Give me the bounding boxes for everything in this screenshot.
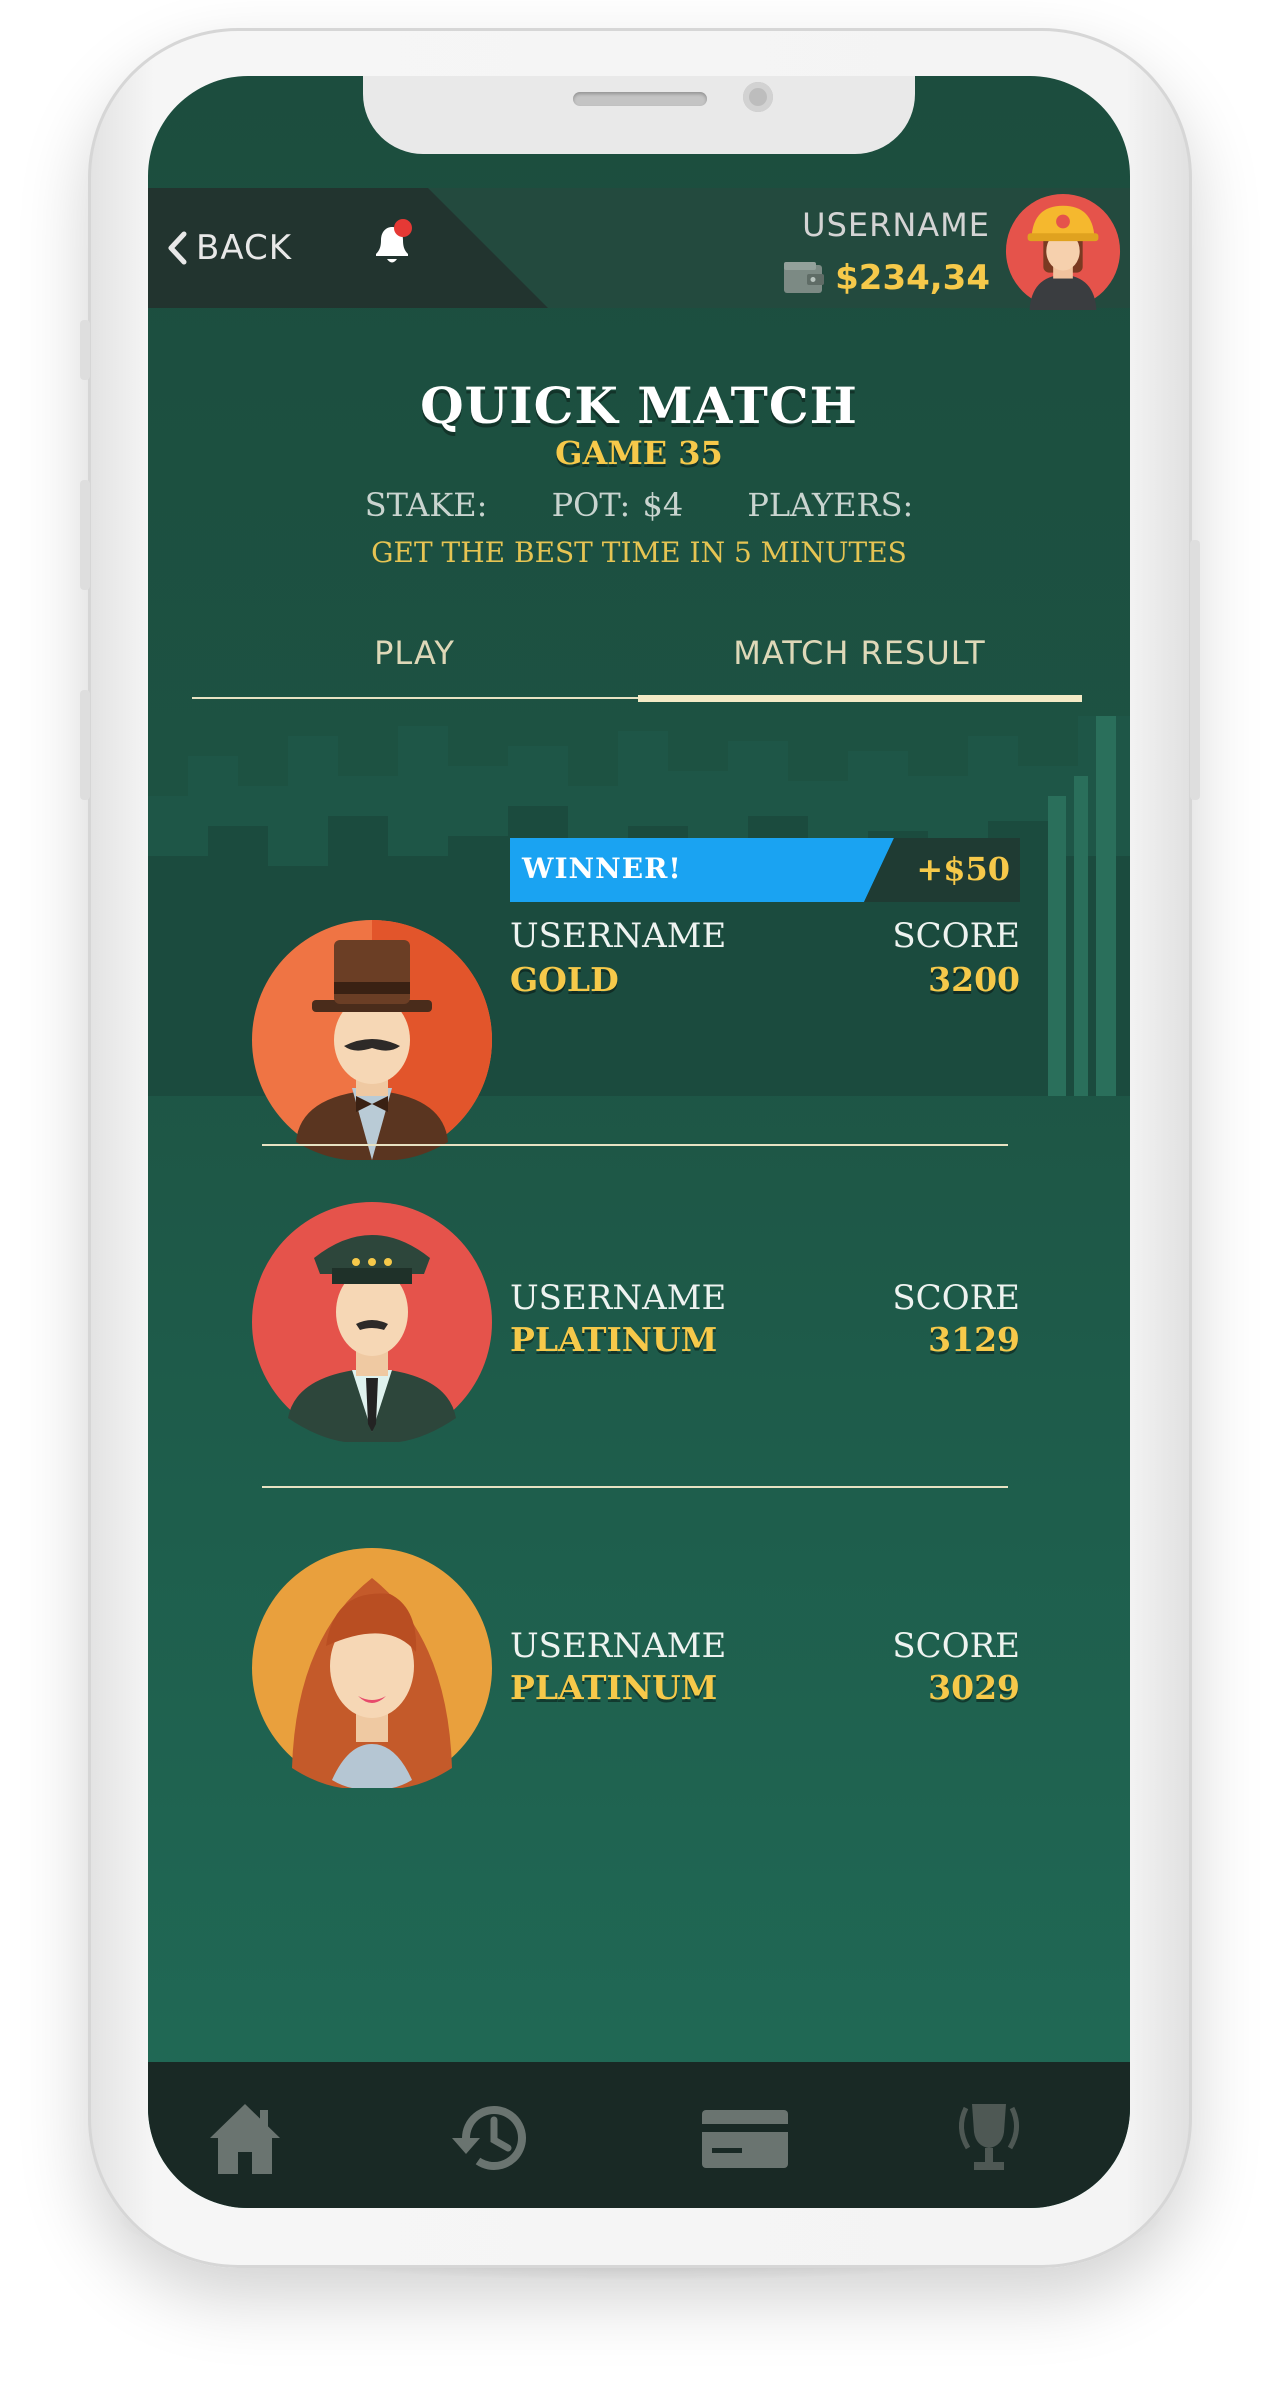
player-username: USERNAME [510, 1278, 727, 1318]
player-score: 3200 [928, 960, 1020, 999]
player-username: USERNAME [510, 1626, 727, 1666]
player-avatar [252, 1202, 492, 1442]
player-rank: PLATINUM [510, 1320, 718, 1359]
back-button[interactable]: BACK [166, 226, 292, 270]
score-label: SCORE [892, 1278, 1020, 1318]
top-bar: BACK USERNAME $234,34 [148, 188, 1130, 310]
tab-match-result[interactable]: MATCH RESULT [637, 626, 1082, 692]
balance-amount: $234,34 [835, 258, 990, 298]
page-title: QUICK MATCH [420, 376, 858, 435]
bottom-nav [148, 2062, 1130, 2208]
back-label: BACK [196, 228, 293, 268]
stake-label: STAKE: [364, 486, 488, 524]
wallet-balance[interactable]: $234,34 [783, 258, 990, 298]
players-label: PLAYERS: [747, 486, 914, 524]
front-camera [743, 82, 773, 112]
match-stats: STAKE: POT: $4 PLAYERS: [148, 486, 1130, 524]
volume-down-button [80, 690, 90, 800]
speaker-grille [573, 92, 707, 106]
player-score: 3129 [928, 1320, 1020, 1359]
player-score: 3029 [928, 1668, 1020, 1707]
winner-label: WINNER! [522, 852, 682, 885]
player-avatar [252, 920, 492, 1160]
phone-notch [363, 76, 915, 154]
score-label: SCORE [892, 1626, 1020, 1666]
tab-bar: PLAY MATCH RESULT [192, 626, 1082, 696]
prize-amount: +$50 [916, 850, 1010, 888]
history-icon[interactable] [444, 2098, 534, 2178]
row-divider [262, 1486, 1008, 1488]
home-icon[interactable] [200, 2098, 290, 2178]
chevron-left-icon [168, 231, 187, 265]
match-objective: GET THE BEST TIME IN 5 MINUTES [371, 536, 907, 569]
winner-banner: WINNER! +$50 [510, 838, 1020, 902]
tab-play[interactable]: PLAY [192, 626, 637, 692]
power-button [1190, 540, 1200, 800]
volume-up-button [80, 480, 90, 590]
player-rank: PLATINUM [510, 1668, 718, 1707]
score-label: SCORE [892, 916, 1020, 956]
player-rank: GOLD [510, 960, 619, 999]
header-username: USERNAME [802, 206, 990, 244]
row-divider [262, 1144, 1008, 1146]
player-username: USERNAME [510, 916, 727, 956]
wallet-icon [784, 262, 825, 293]
bell-icon[interactable] [370, 218, 416, 270]
app-screen: BACK USERNAME $234,34 QUICK MATCH GAME 3… [148, 76, 1130, 2208]
user-avatar[interactable] [1004, 192, 1122, 310]
trophy-icon[interactable] [944, 2098, 1034, 2178]
card-icon[interactable] [700, 2098, 790, 2178]
pot-label: POT: $4 [551, 486, 684, 524]
player-avatar [252, 1548, 492, 1788]
game-number: GAME 35 [555, 434, 723, 472]
tab-indicator [192, 695, 1082, 702]
mute-switch [80, 320, 90, 380]
